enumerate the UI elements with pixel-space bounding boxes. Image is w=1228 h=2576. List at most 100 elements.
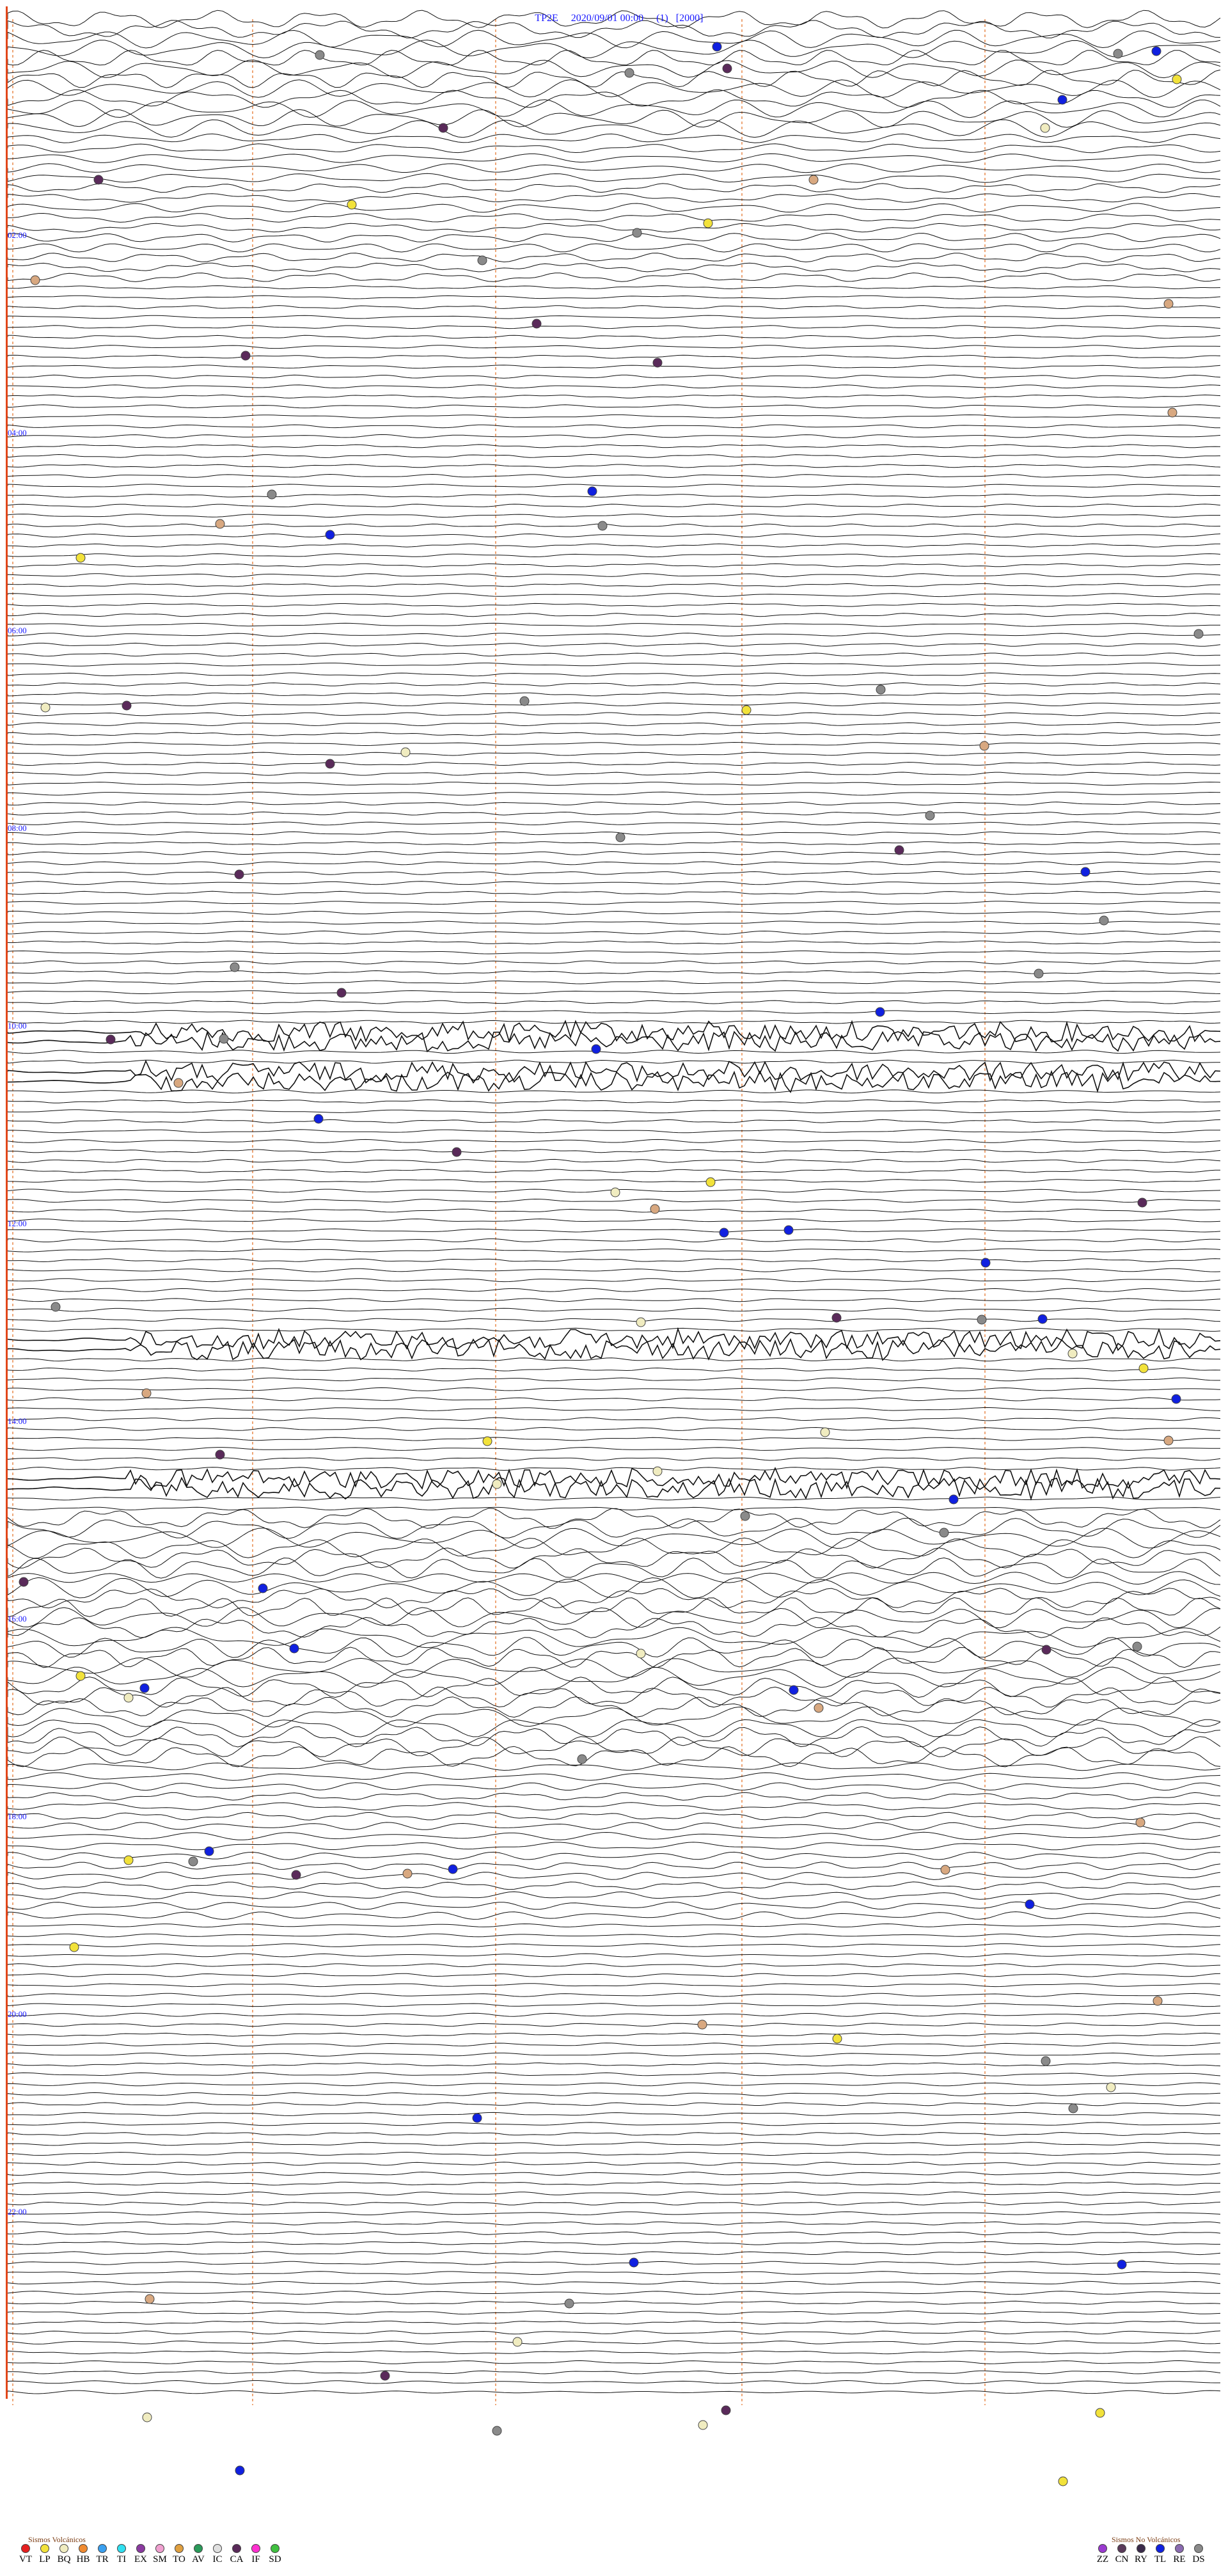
trace-line bbox=[7, 1496, 1221, 1501]
trace-line bbox=[7, 712, 1221, 716]
event-marker bbox=[789, 1685, 799, 1695]
event-marker bbox=[591, 1044, 601, 1054]
legend-dot-icon bbox=[155, 2544, 164, 2553]
event-marker bbox=[204, 1846, 214, 1856]
event-marker bbox=[492, 2426, 502, 2436]
trace-line bbox=[7, 1901, 1221, 1910]
trace-line bbox=[7, 243, 1221, 253]
event-marker bbox=[703, 218, 713, 228]
trace-line bbox=[7, 1218, 1221, 1222]
hour-label: 10:00 bbox=[8, 1021, 27, 1031]
legend-item: SM bbox=[152, 2544, 168, 2565]
event-marker bbox=[139, 1683, 150, 1693]
trace-line bbox=[7, 153, 1221, 163]
legend-dot-icon bbox=[40, 2544, 49, 2553]
trace-line bbox=[7, 831, 1221, 835]
trace-line bbox=[7, 2142, 1221, 2146]
trace-line bbox=[7, 1706, 1221, 1728]
trace-line bbox=[7, 762, 1221, 766]
trace-line bbox=[7, 563, 1221, 567]
legend-volcanic: VT LP BQ HB TR TI EX SM TO AV IC CA IF SD bbox=[18, 2544, 283, 2565]
trace-line bbox=[7, 1228, 1221, 1233]
event-marker bbox=[122, 700, 132, 711]
event-marker bbox=[615, 832, 626, 842]
event-marker bbox=[712, 42, 722, 52]
event-marker bbox=[1034, 968, 1044, 979]
trace-line bbox=[7, 1812, 1221, 1821]
event-marker bbox=[235, 2465, 245, 2476]
event-marker bbox=[1172, 74, 1182, 84]
event-marker bbox=[1068, 2103, 1078, 2114]
trace-line bbox=[7, 473, 1221, 478]
event-marker bbox=[1138, 1363, 1149, 1373]
trace-line bbox=[7, 851, 1221, 855]
trace-line bbox=[7, 79, 1221, 99]
trace-line bbox=[7, 40, 1221, 59]
trace-line bbox=[7, 1831, 1221, 1840]
legend-dot-icon bbox=[1156, 2544, 1165, 2553]
legend-code: TI bbox=[116, 2554, 127, 2564]
event-marker bbox=[814, 1703, 824, 1713]
hour-label: 14:00 bbox=[8, 1416, 27, 1426]
event-marker bbox=[820, 1427, 830, 1437]
hour-label: 04:00 bbox=[8, 428, 27, 438]
event-marker bbox=[75, 553, 86, 563]
trace-line bbox=[7, 493, 1221, 498]
trace-line bbox=[7, 1547, 1221, 1569]
trace-line bbox=[7, 573, 1221, 578]
event-marker bbox=[438, 123, 448, 133]
trace-line bbox=[7, 1528, 1221, 1549]
trace-line bbox=[7, 1627, 1221, 1648]
trace-line bbox=[7, 553, 1221, 558]
event-marker bbox=[1040, 123, 1050, 133]
legend-item: TL bbox=[1153, 2544, 1168, 2565]
event-marker bbox=[875, 1007, 885, 1017]
left-frame-marker bbox=[6, 6, 8, 2399]
trace-line bbox=[7, 543, 1220, 548]
legend-item: SD bbox=[267, 2544, 283, 2565]
legend-item: IF bbox=[248, 2544, 264, 2565]
legend-dot-icon bbox=[21, 2544, 30, 2553]
trace-line bbox=[7, 1676, 1221, 1698]
event-marker bbox=[141, 1388, 152, 1398]
legend-nonvolcanic: ZZ CN RY TL RE DS bbox=[1095, 2544, 1206, 2565]
event-marker bbox=[380, 2371, 390, 2381]
trace-line bbox=[7, 2300, 1221, 2305]
event-marker bbox=[215, 1450, 225, 1460]
trace-line bbox=[7, 1417, 1221, 1421]
trace-line bbox=[7, 2241, 1220, 2245]
header-datetime: 2020/09/01 00:00 bbox=[571, 13, 644, 24]
legend-dot-icon bbox=[1117, 2544, 1126, 2553]
event-marker bbox=[123, 1693, 134, 1703]
trace-line bbox=[7, 1577, 1221, 1599]
legend-item: CA bbox=[229, 2544, 244, 2565]
event-marker bbox=[519, 696, 530, 706]
trace-line bbox=[7, 1248, 1221, 1252]
legend-dot-icon bbox=[1194, 2544, 1203, 2553]
trace-line bbox=[7, 434, 1221, 438]
trace-line bbox=[7, 1637, 1221, 1658]
legend-item: LP bbox=[37, 2544, 52, 2565]
trace-line bbox=[7, 1059, 1220, 1064]
event-marker bbox=[636, 1317, 646, 1327]
legend-item: TI bbox=[114, 2544, 129, 2565]
event-marker bbox=[240, 351, 251, 361]
trace-line bbox=[7, 980, 1221, 984]
trace-line bbox=[7, 295, 1221, 299]
trace-line bbox=[7, 1508, 1221, 1529]
event-marker bbox=[979, 741, 989, 751]
trace-line bbox=[7, 613, 1221, 617]
legend-code: TO bbox=[173, 2554, 185, 2564]
trace-line bbox=[7, 732, 1221, 736]
trace-line bbox=[7, 1746, 1221, 1767]
event-marker bbox=[531, 319, 542, 329]
trace-line bbox=[7, 325, 1221, 329]
trace-line bbox=[7, 821, 1221, 826]
trace-line bbox=[7, 484, 1221, 488]
trace-line bbox=[7, 960, 1221, 965]
event-marker bbox=[448, 1864, 458, 1874]
trace-line bbox=[7, 232, 1221, 242]
trace-line bbox=[7, 1719, 1221, 1737]
trace-line bbox=[7, 2012, 1221, 2017]
event-marker bbox=[452, 1147, 462, 1157]
